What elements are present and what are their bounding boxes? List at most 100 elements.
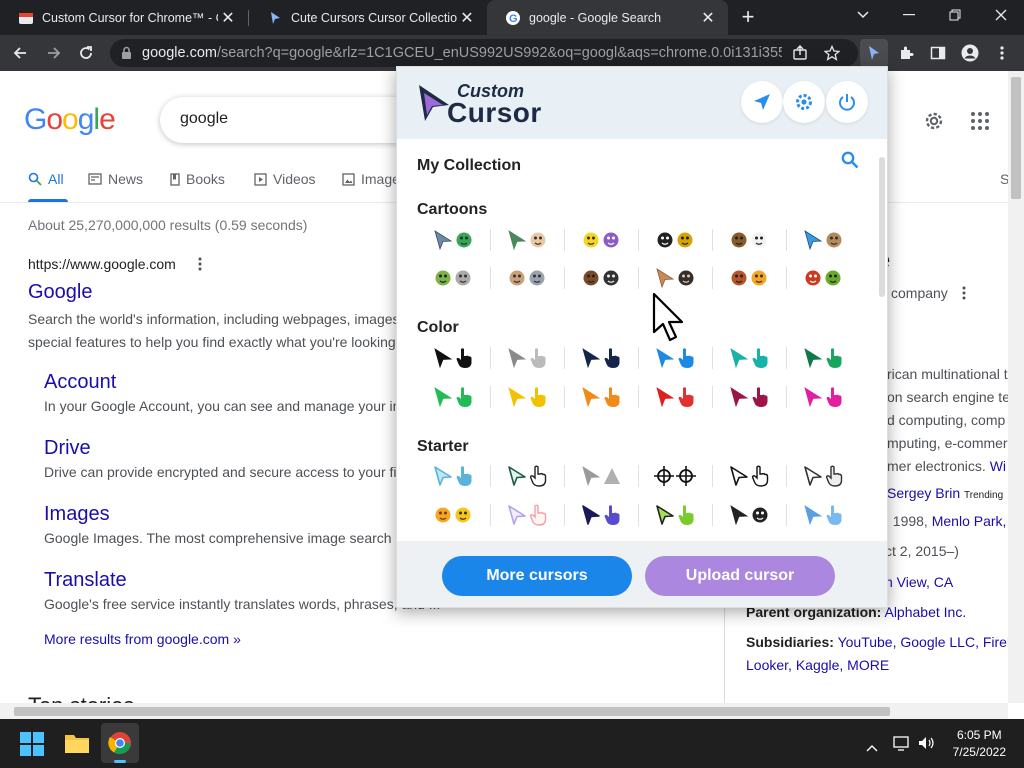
close-tab-icon[interactable]: ✕	[698, 8, 718, 28]
close-tab-icon[interactable]: ✕	[457, 8, 477, 28]
cursor-pack-item[interactable]	[787, 500, 859, 530]
cursor-pack-item[interactable]	[417, 343, 489, 373]
cursor-pack-item[interactable]	[491, 343, 563, 373]
horizontal-scroll-thumb[interactable]	[14, 707, 890, 716]
settings-button[interactable]	[783, 81, 825, 123]
browser-tab-cute-cursors[interactable]: Cute Cursors Cursor Collection - ✕	[249, 0, 487, 35]
network-icon[interactable]	[892, 735, 910, 756]
alphabet-link[interactable]: Alphabet Inc.	[884, 604, 966, 620]
search-query-text[interactable]: google	[180, 110, 228, 128]
tab-books[interactable]: Books	[170, 171, 225, 187]
founder-link[interactable]: Sergey Brin	[887, 485, 960, 501]
tab-all[interactable]: All	[28, 171, 64, 187]
browser-tab-custom-cursor[interactable]: Custom Cursor for Chrome™ - Ch ✕	[0, 0, 248, 35]
result-title-link[interactable]: Google	[28, 281, 93, 304]
tab-images[interactable]: Image	[342, 171, 400, 187]
new-tab-button[interactable]: +	[738, 4, 758, 30]
system-clock[interactable]: 6:05 PM 7/25/2022	[953, 727, 1006, 761]
cursor-pack-item[interactable]	[639, 263, 711, 293]
cursor-pack-item[interactable]	[639, 461, 711, 491]
cursor-pack-item[interactable]	[639, 343, 711, 373]
cursor-pack-item[interactable]	[713, 263, 785, 293]
tab-videos[interactable]: Videos	[254, 171, 316, 187]
cursor-pack-item[interactable]	[787, 461, 859, 491]
chrome-taskbar-icon[interactable]	[101, 723, 139, 763]
profile-avatar-icon[interactable]	[956, 35, 984, 71]
close-tab-icon[interactable]: ✕	[218, 8, 238, 28]
wikipedia-link[interactable]: Wi	[990, 458, 1006, 474]
cursor-pack-item[interactable]	[491, 382, 563, 412]
result-more-options-icon[interactable]	[198, 257, 202, 276]
sitelink-images[interactable]: Images	[44, 503, 110, 526]
apps-grid-icon[interactable]	[970, 111, 990, 136]
minimize-button[interactable]	[886, 0, 932, 30]
forward-button[interactable]	[40, 35, 68, 71]
cursor-pack-item[interactable]	[565, 343, 637, 373]
subsidiaries-links-line2[interactable]: Looker, Kaggle, MORE	[746, 657, 889, 673]
cursor-pack-item[interactable]	[417, 382, 489, 412]
lock-icon[interactable]	[121, 46, 132, 60]
upload-cursor-button[interactable]: Upload cursor	[645, 556, 835, 596]
menlo-park-link[interactable]: Menlo Park,	[932, 513, 1007, 529]
cursor-pack-item[interactable]	[565, 263, 637, 293]
cursor-mode-button[interactable]	[741, 81, 783, 123]
back-button[interactable]	[6, 35, 34, 71]
horizontal-scrollbar[interactable]	[0, 703, 1008, 719]
file-explorer-icon[interactable]	[64, 732, 90, 759]
cursor-pack-item[interactable]	[491, 500, 563, 530]
kp-hq-link[interactable]: n View, CA	[885, 574, 953, 590]
cursor-pack-item[interactable]	[713, 343, 785, 373]
start-windows-icon[interactable]	[20, 732, 44, 761]
side-panel-icon[interactable]	[924, 35, 952, 71]
cursor-pack-item[interactable]	[713, 382, 785, 412]
vertical-scroll-thumb[interactable]	[1011, 77, 1021, 199]
cursor-pack-item[interactable]	[491, 225, 563, 255]
cursor-pack-item[interactable]	[417, 461, 489, 491]
cursor-pack-item[interactable]	[565, 225, 637, 255]
close-window-button[interactable]	[978, 0, 1024, 30]
url-text[interactable]: google.com/search?q=google&rlz=1C1GCEU_e…	[142, 45, 782, 61]
subsidiaries-links[interactable]: YouTube, Google LLC, Fireb	[838, 634, 1015, 650]
more-cursors-button[interactable]: More cursors	[442, 556, 632, 596]
chrome-menu-icon[interactable]	[988, 35, 1016, 71]
sitelink-translate[interactable]: Translate	[44, 569, 127, 592]
sitelink-drive[interactable]: Drive	[44, 437, 91, 460]
result-url[interactable]: https://www.google.com	[28, 256, 176, 272]
cursor-pack-item[interactable]	[639, 225, 711, 255]
show-hidden-icons-chevron-icon[interactable]	[866, 739, 878, 757]
cursor-pack-item[interactable]	[417, 225, 489, 255]
tab-search-chevron-icon[interactable]	[840, 0, 886, 30]
settings-gear-icon[interactable]	[922, 109, 946, 138]
kp-more-options-icon[interactable]	[962, 286, 966, 305]
cursor-pack-item[interactable]	[787, 263, 859, 293]
cursor-pack-item[interactable]	[787, 343, 859, 373]
extensions-puzzle-icon[interactable]	[892, 35, 920, 71]
google-logo[interactable]: Google	[24, 103, 116, 137]
address-bar[interactable]: google.com/search?q=google&rlz=1C1GCEU_e…	[110, 39, 858, 67]
cursor-pack-item[interactable]	[417, 263, 489, 293]
restore-button[interactable]	[932, 0, 978, 30]
popup-scrollbar-thumb[interactable]	[879, 157, 885, 297]
cursor-pack-item[interactable]	[639, 382, 711, 412]
cursor-pack-item[interactable]	[787, 382, 859, 412]
cursor-pack-item[interactable]	[787, 225, 859, 255]
custom-cursor-extension-icon[interactable]	[860, 39, 888, 67]
cursor-pack-item[interactable]	[713, 500, 785, 530]
vertical-scrollbar[interactable]	[1008, 71, 1024, 703]
cursor-pack-item[interactable]	[639, 500, 711, 530]
cursor-pack-item[interactable]	[713, 461, 785, 491]
cursor-pack-item[interactable]	[417, 500, 489, 530]
sitelink-account[interactable]: Account	[44, 371, 116, 394]
cursor-pack-item[interactable]	[565, 382, 637, 412]
more-results-link[interactable]: More results from google.com »	[44, 631, 241, 647]
cursor-pack-item[interactable]	[491, 263, 563, 293]
power-button[interactable]	[826, 81, 868, 123]
cursor-pack-item[interactable]	[565, 461, 637, 491]
cursor-pack-item[interactable]	[565, 500, 637, 530]
browser-tab-google[interactable]: G google - Google Search ✕	[487, 0, 728, 35]
volume-icon[interactable]	[918, 735, 936, 756]
collection-search-button[interactable]	[841, 151, 859, 174]
reload-button[interactable]	[72, 35, 100, 71]
tab-news[interactable]: News	[88, 171, 143, 187]
cursor-pack-item[interactable]	[713, 225, 785, 255]
